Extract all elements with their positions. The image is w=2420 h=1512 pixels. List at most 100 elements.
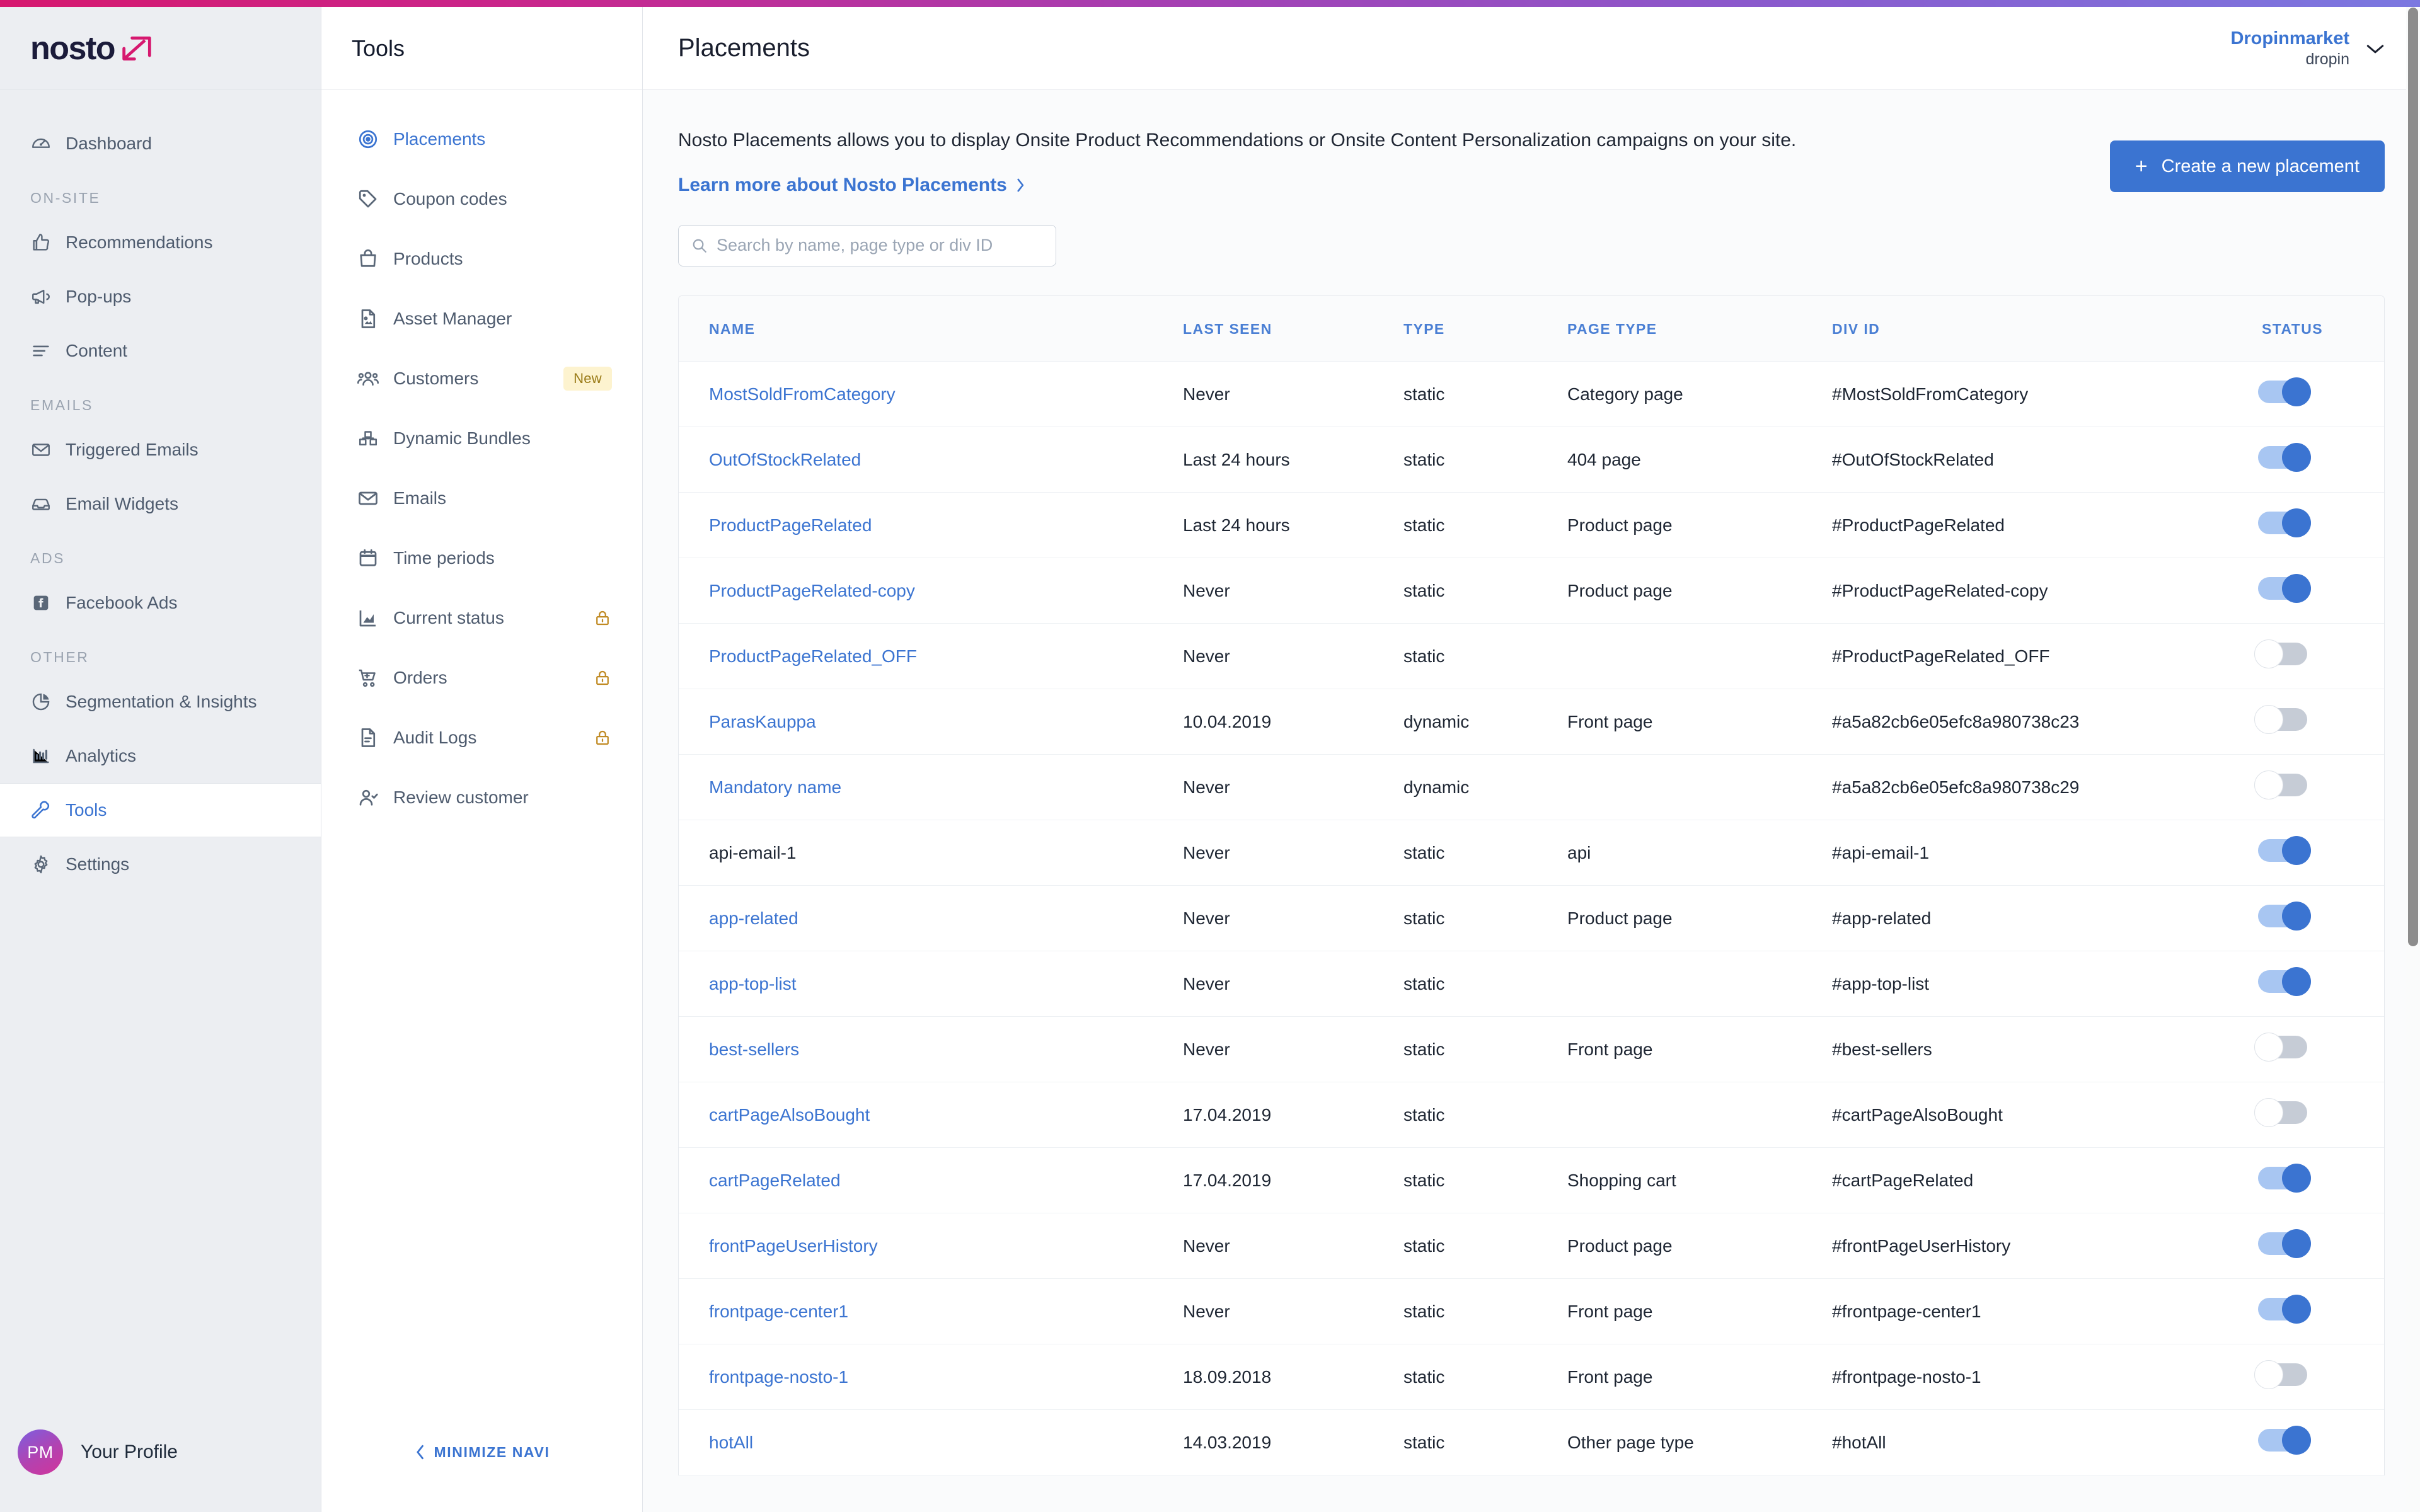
status-toggle[interactable]	[2258, 902, 2311, 931]
search-box[interactable]	[678, 224, 1056, 266]
cell-name[interactable]: app-top-list	[679, 951, 1183, 1017]
placement-name-link[interactable]: ProductPageRelated-copy	[709, 581, 915, 600]
placement-name-link[interactable]: app-top-list	[709, 974, 797, 994]
status-toggle[interactable]	[2254, 770, 2307, 799]
placement-name-link[interactable]: app-related	[709, 908, 798, 928]
placement-name-link[interactable]: MostSoldFromCategory	[709, 384, 896, 404]
status-toggle[interactable]	[2254, 639, 2307, 668]
cell-name[interactable]: OutOfStockRelated	[679, 427, 1183, 493]
subnav-item-customers[interactable]: Customers New	[321, 348, 642, 408]
subnav-item-current-status[interactable]: Current status	[321, 588, 642, 648]
cell-name[interactable]: best-sellers	[679, 1016, 1183, 1082]
placement-name-link[interactable]: cartPageRelated	[709, 1171, 841, 1190]
table-row[interactable]: frontpage-nosto-1 18.09.2018 static Front p…	[679, 1344, 2384, 1410]
table-row[interactable]: ParasKauppa 10.04.2019 dynamic Front page #a…	[679, 689, 2384, 755]
sidebar-item-segmentation-insights[interactable]: Segmentation & Insights	[0, 675, 321, 729]
placement-name-link[interactable]: ProductPageRelated_OFF	[709, 646, 917, 666]
placement-name-link[interactable]: hotAll	[709, 1433, 753, 1452]
column-header-last-seen[interactable]: LAST SEEN	[1183, 295, 1403, 362]
cell-name[interactable]: cartPageRelated	[679, 1147, 1183, 1213]
column-header-type[interactable]: TYPE	[1403, 295, 1567, 362]
status-toggle[interactable]	[2258, 1164, 2311, 1193]
status-toggle[interactable]	[2258, 967, 2311, 996]
cell-name[interactable]: ProductPageRelated-copy	[679, 558, 1183, 624]
table-row[interactable]: app-top-list Never static #app-top-list	[679, 951, 2384, 1017]
profile-button[interactable]: PM Your Profile	[0, 1392, 321, 1512]
status-toggle[interactable]	[2254, 1098, 2307, 1127]
table-row[interactable]: frontpage-center1 Never static Front page #f…	[679, 1278, 2384, 1344]
placement-name-link[interactable]: best-sellers	[709, 1040, 799, 1059]
sidebar-item-analytics[interactable]: Analytics	[0, 729, 321, 783]
page-scrollbar-thumb[interactable]	[2408, 8, 2418, 946]
sidebar-item-triggered-emails[interactable]: Triggered Emails	[0, 423, 321, 477]
subnav-item-products[interactable]: Products	[321, 229, 642, 289]
cell-name[interactable]: hotAll	[679, 1409, 1183, 1475]
status-toggle[interactable]	[2254, 1360, 2307, 1389]
cell-name[interactable]: MostSoldFromCategory	[679, 361, 1183, 427]
placement-name-link[interactable]: frontpage-nosto-1	[709, 1367, 848, 1387]
status-toggle[interactable]	[2254, 705, 2307, 734]
cell-name[interactable]: ProductPageRelated_OFF	[679, 623, 1183, 689]
placement-name-link[interactable]: frontpage-center1	[709, 1302, 848, 1321]
sidebar-item-tools[interactable]: Tools	[0, 783, 321, 837]
sidebar-item-settings[interactable]: Settings	[0, 837, 321, 891]
table-row[interactable]: cartPageAlsoBought 17.04.2019 static #cartP…	[679, 1082, 2384, 1148]
subnav-item-review-customer[interactable]: Review customer	[321, 767, 642, 827]
table-row[interactable]: hotAll 14.03.2019 static Other page type #ho…	[679, 1409, 2384, 1475]
sidebar-item-facebook-ads[interactable]: Facebook Ads	[0, 576, 321, 630]
status-toggle[interactable]	[2254, 1033, 2307, 1062]
cell-name[interactable]: ParasKauppa	[679, 689, 1183, 755]
placement-name-link[interactable]: ParasKauppa	[709, 712, 816, 731]
column-header-page-type[interactable]: PAGE TYPE	[1567, 295, 1832, 362]
subnav-item-audit-logs[interactable]: Audit Logs	[321, 707, 642, 767]
subnav-item-orders[interactable]: Orders	[321, 648, 642, 707]
cell-name[interactable]: cartPageAlsoBought	[679, 1082, 1183, 1148]
sidebar-item-dashboard[interactable]: Dashboard	[0, 117, 321, 171]
column-header-div-id[interactable]: DIV ID	[1832, 295, 2258, 362]
search-input[interactable]	[717, 236, 1043, 255]
cell-name[interactable]: app-related	[679, 885, 1183, 951]
status-toggle[interactable]	[2258, 574, 2311, 603]
column-header-status[interactable]: STATUS	[2258, 295, 2384, 362]
table-row[interactable]: ProductPageRelated_OFF Never static #Produc…	[679, 623, 2384, 689]
status-toggle[interactable]	[2258, 1426, 2311, 1455]
status-toggle[interactable]	[2258, 1229, 2311, 1258]
status-toggle[interactable]	[2258, 508, 2311, 537]
column-header-name[interactable]: NAME	[679, 295, 1183, 362]
subnav-item-emails[interactable]: Emails	[321, 468, 642, 528]
subnav-item-time-periods[interactable]: Time periods	[321, 528, 642, 588]
table-row[interactable]: cartPageRelated 17.04.2019 static Shopping …	[679, 1147, 2384, 1213]
sidebar-item-pop-ups[interactable]: Pop-ups	[0, 270, 321, 324]
table-row[interactable]: Mandatory name Never dynamic #a5a82cb6e05ef…	[679, 754, 2384, 820]
table-row[interactable]: app-related Never static Product page #app-r…	[679, 885, 2384, 951]
table-row[interactable]: frontPageUserHistory Never static Product p…	[679, 1213, 2384, 1279]
table-row[interactable]: ProductPageRelated Last 24 hours static Pro…	[679, 492, 2384, 558]
cell-name[interactable]: frontpage-nosto-1	[679, 1344, 1183, 1410]
table-row[interactable]: best-sellers Never static Front page #best-s…	[679, 1016, 2384, 1082]
cell-name[interactable]: ProductPageRelated	[679, 492, 1183, 558]
logo[interactable]: nosto	[0, 7, 321, 90]
subnav-item-dynamic-bundles[interactable]: Dynamic Bundles	[321, 408, 642, 468]
cell-name[interactable]: Mandatory name	[679, 754, 1183, 820]
cell-name[interactable]: frontPageUserHistory	[679, 1213, 1183, 1279]
subnav-item-asset-manager[interactable]: Asset Manager	[321, 289, 642, 348]
subnav-item-coupon-codes[interactable]: Coupon codes	[321, 169, 642, 229]
subnav-item-placements[interactable]: Placements	[321, 109, 642, 169]
learn-more-link[interactable]: Learn more about Nosto Placements	[678, 175, 1026, 196]
placement-name-link[interactable]: Mandatory name	[709, 777, 841, 797]
sidebar-item-recommendations[interactable]: Recommendations	[0, 215, 321, 270]
table-row[interactable]: api-email-1 Never static api #api-email-1	[679, 820, 2384, 886]
status-toggle[interactable]	[2258, 836, 2311, 865]
minimize-navi-button[interactable]: MINIMIZE NAVI	[414, 1443, 550, 1461]
placement-name-link[interactable]: ProductPageRelated	[709, 515, 872, 535]
placement-name-link[interactable]: frontPageUserHistory	[709, 1236, 878, 1256]
sidebar-item-email-widgets[interactable]: Email Widgets	[0, 477, 321, 531]
table-row[interactable]: ProductPageRelated-copy Never static Produc…	[679, 558, 2384, 624]
table-row[interactable]: OutOfStockRelated Last 24 hours static 404 …	[679, 427, 2384, 493]
table-row[interactable]: MostSoldFromCategory Never static Category …	[679, 361, 2384, 427]
placement-name-link[interactable]: OutOfStockRelated	[709, 450, 861, 469]
status-toggle[interactable]	[2258, 443, 2311, 472]
cell-name[interactable]: frontpage-center1	[679, 1278, 1183, 1344]
create-new-placement-button[interactable]: + Create a new placement	[2109, 140, 2385, 192]
sidebar-item-content[interactable]: Content	[0, 324, 321, 378]
